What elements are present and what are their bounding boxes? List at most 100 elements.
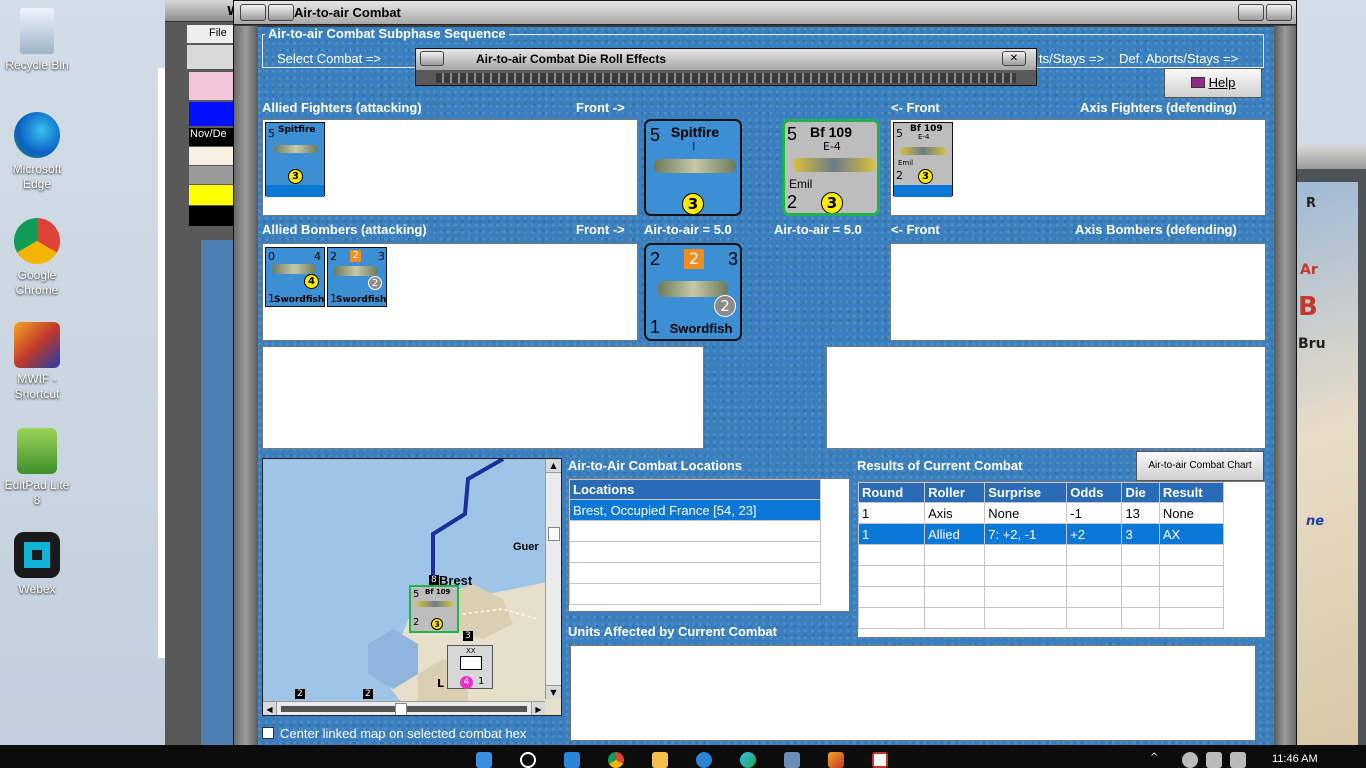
- desktop-icon-webex[interactable]: Webex: [0, 532, 74, 597]
- chrome-taskbar-icon[interactable]: [608, 752, 624, 768]
- background-window-titlebar[interactable]: W: [165, 0, 240, 22]
- desktop-icon-editpad[interactable]: EditPad Lite 8: [0, 428, 74, 508]
- swordfish-mini-counter-1[interactable]: 0 4 4 1 Swordfish: [265, 247, 325, 307]
- empty-cell: [569, 541, 821, 563]
- dialog-menu-button[interactable]: [420, 51, 444, 66]
- app-taskbar-icon[interactable]: [872, 752, 888, 768]
- combat-panel: Air-to-air Combat Subphase Sequence Sele…: [258, 27, 1274, 745]
- scroll-right-icon[interactable]: ▶: [531, 702, 545, 715]
- surprise-cell: None: [984, 502, 1068, 524]
- help-button[interactable]: Help: [1164, 68, 1262, 98]
- column-header[interactable]: Round: [857, 482, 926, 503]
- dialog-titlebar[interactable]: Air-to-air Combat Die Roll Effects ✕: [416, 49, 1036, 70]
- tray-chevron-icon[interactable]: ^: [1150, 752, 1162, 768]
- right-window-titlebar[interactable]: [1292, 145, 1366, 169]
- desktop-icon-mwif[interactable]: MWIF - Shortcut: [0, 322, 74, 402]
- axis-bombers-box[interactable]: [890, 243, 1266, 341]
- swordfish-top-center: 2: [684, 249, 704, 269]
- column-header[interactable]: Die: [1121, 482, 1160, 503]
- desktop-icon-chrome[interactable]: Google Chrome: [0, 218, 74, 298]
- minimize-button[interactable]: [1238, 4, 1264, 21]
- spitfire-name: Spitfire: [670, 124, 720, 140]
- toolbar: [187, 45, 235, 69]
- calculator-icon[interactable]: [784, 752, 800, 768]
- map-vscroll[interactable]: ▲ ▼: [545, 459, 561, 699]
- column-header[interactable]: Roller: [924, 482, 986, 503]
- desktop-icon-label: Recycle Bin: [5, 58, 69, 72]
- surprise-cell: 7: +2, -1: [984, 523, 1068, 545]
- counter-defense: 2: [413, 617, 420, 628]
- table-row[interactable]: 1 Axis None -1 13 None: [857, 502, 1225, 524]
- map-text-ar: Ar: [1300, 262, 1318, 278]
- desktop-icon-edge[interactable]: Microsoft Edge: [0, 112, 74, 192]
- window-restore-button[interactable]: [268, 4, 294, 21]
- mini-map[interactable]: Brest Guer 8 3 2 2 5 Bf 109 2 3 XX 4 1 L…: [262, 458, 562, 716]
- scroll-up-icon[interactable]: ▲: [546, 459, 561, 473]
- counter-name: Swordfish: [274, 295, 325, 305]
- battery-icon[interactable]: [1230, 752, 1246, 768]
- search-icon[interactable]: [520, 752, 536, 768]
- table-row[interactable]: Brest, Occupied France [54, 23]: [569, 499, 821, 521]
- locations-table: Locations Brest, Occupied France [54, 23…: [569, 479, 821, 605]
- column-header[interactable]: Surprise: [984, 482, 1068, 503]
- spitfire-counter[interactable]: 5 Spitfire I 3: [644, 119, 742, 216]
- dialog-close-icon[interactable]: ✕: [1002, 51, 1026, 66]
- axis-reserve-box[interactable]: [826, 346, 1266, 449]
- scroll-down-icon[interactable]: ▼: [546, 685, 561, 699]
- map-hscroll[interactable]: ◀ ▶: [263, 701, 545, 715]
- spitfire-mini-counter[interactable]: 5 Spitfire 3: [265, 122, 325, 197]
- help-taskbar-icon[interactable]: [696, 752, 712, 768]
- map-bf109-counter[interactable]: 5 Bf 109 2 3: [409, 585, 459, 633]
- background-window[interactable]: W File Nov/De: [165, 0, 240, 745]
- air-combat-chart-button[interactable]: Air-to-air Combat Chart: [1136, 451, 1264, 481]
- scroll-left-icon[interactable]: ◀: [263, 702, 277, 715]
- bomber-badge: 2: [368, 276, 382, 290]
- allied-reserve-box[interactable]: [262, 346, 704, 449]
- air-combat-window[interactable]: Air-to-air Combat Air-to-air Combat Subp…: [233, 0, 1297, 745]
- counter-defense: 2: [896, 169, 903, 182]
- maximize-button[interactable]: [1266, 4, 1292, 21]
- map-hex-count: 3: [463, 631, 473, 641]
- widgets-icon[interactable]: [564, 752, 580, 768]
- allied-bombers-box[interactable]: 0 4 4 1 Swordfish 2 2 3 2 1 Swordfish: [262, 243, 638, 341]
- air-to-air-allied: Air-to-air = 5.0: [644, 222, 732, 237]
- center-map-checkbox-row[interactable]: Center linked map on selected combat hex: [262, 726, 526, 741]
- selection-bar: [894, 185, 952, 197]
- menu-file[interactable]: File: [209, 27, 227, 39]
- desktop-icon-label: EditPad Lite 8: [4, 478, 70, 507]
- map-division-counter[interactable]: XX 4 1: [447, 645, 493, 689]
- tray-icon[interactable]: [1182, 752, 1198, 768]
- results-table: Round Roller Surprise Odds Die Result 1 …: [857, 482, 1225, 629]
- table-row[interactable]: 1 Allied 7: +2, -1 +2 3 AX: [857, 523, 1225, 545]
- volume-icon[interactable]: [1206, 752, 1222, 768]
- center-map-checkbox[interactable]: [262, 727, 274, 739]
- swordfish-mini-counter-2[interactable]: 2 2 3 2 1 Swordfish: [327, 247, 387, 307]
- taskbar: ^ 11:46 AM: [0, 745, 1366, 768]
- locations-list[interactable]: Locations Brest, Occupied France [54, 23…: [568, 478, 850, 612]
- scroll-thumb[interactable]: [395, 703, 407, 715]
- bf109-mini-counter[interactable]: 5 Bf 109 E-4 Emil 2 3: [893, 122, 953, 197]
- edge-taskbar-icon[interactable]: [740, 752, 756, 768]
- window-menu-button[interactable]: [240, 4, 266, 21]
- allied-fighters-box[interactable]: 5 Spitfire 3: [262, 119, 638, 216]
- window-titlebar[interactable]: Air-to-air Combat: [234, 1, 1296, 25]
- swordfish-counter[interactable]: 2 2 3 2 1 Swordfish: [644, 243, 742, 341]
- desktop-icon-recycle-bin[interactable]: Recycle Bin: [0, 8, 74, 73]
- location-cell[interactable]: Brest, Occupied France [54, 23]: [569, 499, 821, 521]
- column-header[interactable]: Odds: [1066, 482, 1123, 503]
- affected-heading: Units Affected by Current Combat: [568, 624, 777, 639]
- file-explorer-icon[interactable]: [652, 752, 668, 768]
- map-text-ne: ne: [1306, 514, 1325, 529]
- taskbar-clock[interactable]: 11:46 AM: [1272, 753, 1318, 765]
- help-label: Help: [1208, 75, 1236, 90]
- axis-fighters-box[interactable]: 5 Bf 109 E-4 Emil 2 3: [890, 119, 1266, 216]
- die-roll-effects-dialog[interactable]: Air-to-air Combat Die Roll Effects ✕: [415, 48, 1037, 86]
- results-list[interactable]: Round Roller Surprise Odds Die Result 1 …: [857, 481, 1266, 638]
- column-header[interactable]: Locations: [569, 479, 821, 500]
- start-icon[interactable]: [476, 752, 492, 768]
- scroll-thumb[interactable]: [548, 527, 560, 541]
- affected-units-box[interactable]: [570, 645, 1256, 741]
- mwif-taskbar-icon[interactable]: [828, 752, 844, 768]
- column-header[interactable]: Result: [1158, 482, 1225, 503]
- bf109-counter[interactable]: 5 Bf 109 E-4 Emil 2 3: [782, 119, 880, 216]
